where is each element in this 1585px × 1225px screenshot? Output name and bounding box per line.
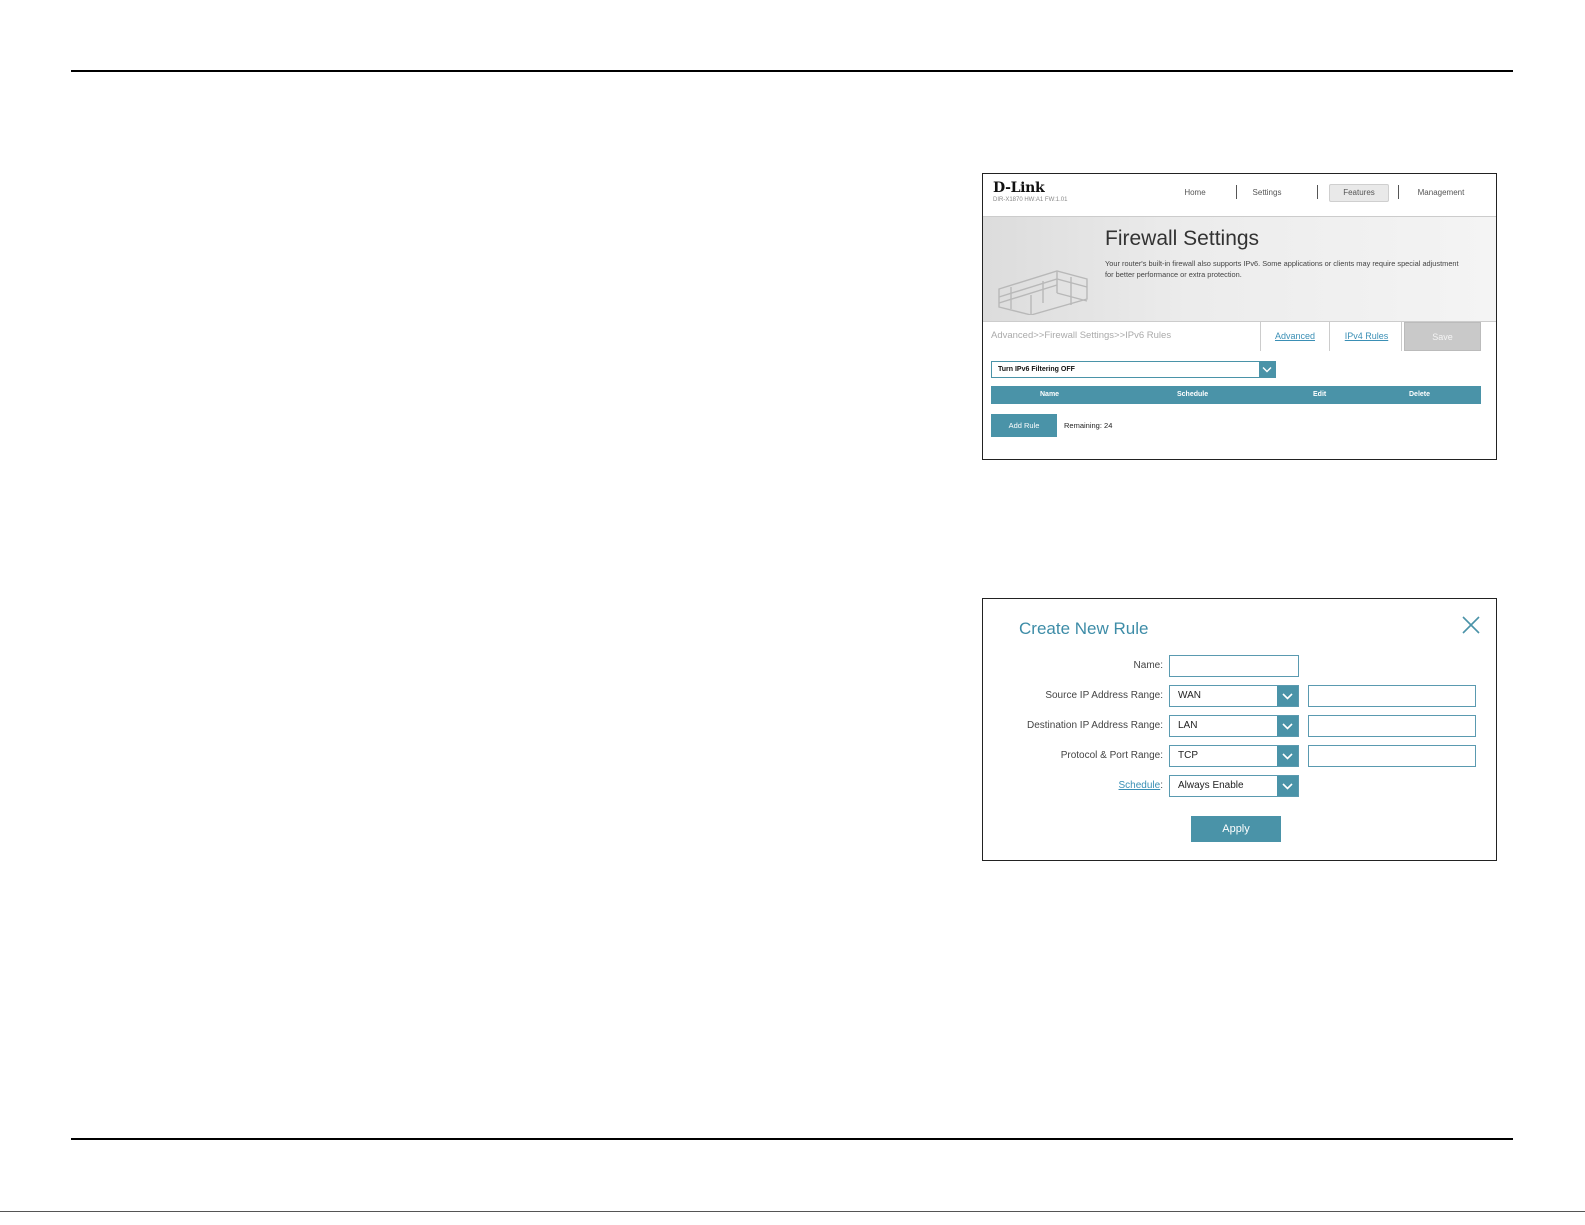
nav-separator [1317,185,1318,199]
nav-home[interactable]: Home [1173,184,1217,202]
chevron-down-icon[interactable] [1277,686,1298,706]
dialog-title: Create New Rule [1019,619,1149,638]
breadcrumb: Advanced>>Firewall Settings>>IPv6 Rules [991,330,1172,341]
schedule-label-wrap: Schedule: [1118,780,1163,791]
source-ip-value: WAN [1178,690,1201,701]
nav-management[interactable]: Management [1403,184,1479,202]
nav-separator [1398,185,1399,199]
bottom-rule [71,1138,1513,1140]
name-label: Name: [1133,660,1163,671]
destination-ip-range-input[interactable] [1308,715,1476,737]
source-ip-label: Source IP Address Range: [1045,690,1163,701]
col-schedule: Schedule [1177,391,1209,398]
remaining-count: Remaining: 24 [1064,421,1113,430]
add-rule-button[interactable]: Add Rule [991,414,1057,437]
nav-settings[interactable]: Settings [1245,184,1289,202]
schedule-select[interactable]: Always Enable [1169,775,1299,797]
rules-table-header: Name Schedule Edit Delete [991,386,1481,404]
source-ip-select[interactable]: WAN [1169,685,1299,707]
name-input[interactable] [1169,655,1299,677]
schedule-value: Always Enable [1178,780,1244,791]
chevron-down-icon[interactable] [1277,776,1298,796]
tab-advanced[interactable]: Advanced [1260,322,1330,351]
destination-ip-value: LAN [1178,720,1198,731]
protocol-label: Protocol & Port Range: [1060,750,1163,761]
page-description: Your router's built-in firewall also sup… [1105,259,1459,279]
col-name: Name [1040,391,1060,398]
model-info: DIR-X1870 HW:A1 FW:1.01 [993,197,1068,203]
brick-wall-icon [998,270,1088,315]
tab-ipv4-label[interactable]: IPv4 Rules [1345,331,1389,341]
router-header: D-Link DIR-X1870 HW:A1 FW:1.01 Home Sett… [983,174,1496,216]
close-icon[interactable] [1461,615,1481,635]
tab-advanced-label[interactable]: Advanced [1275,331,1315,341]
firewall-settings-screenshot: D-Link DIR-X1870 HW:A1 FW:1.01 Home Sett… [982,173,1497,460]
save-button[interactable]: Save [1404,322,1481,351]
port-range-input[interactable] [1308,745,1476,767]
tab-ipv4-rules[interactable]: IPv4 Rules [1332,322,1402,351]
protocol-value: TCP [1178,750,1198,761]
top-rule [71,70,1513,72]
chevron-down-icon[interactable] [1259,362,1275,377]
col-delete: Delete [1409,391,1431,398]
page-title: Firewall Settings [1105,227,1260,250]
ipv6-filter-select[interactable]: Turn IPv6 Filtering OFF [991,361,1276,378]
nav-separator [1236,185,1237,199]
nav-features[interactable]: Features [1329,184,1389,202]
page-edge-line [0,1211,1585,1212]
destination-ip-select[interactable]: LAN [1169,715,1299,737]
filter-select-value: Turn IPv6 Filtering OFF [998,366,1075,373]
source-ip-range-input[interactable] [1308,685,1476,707]
chevron-down-icon[interactable] [1277,716,1298,736]
create-rule-dialog: Create New Rule Name: Source IP Address … [982,598,1497,861]
destination-ip-label: Destination IP Address Range: [1026,720,1163,731]
col-edit: Edit [1313,391,1327,398]
chevron-down-icon[interactable] [1277,746,1298,766]
protocol-select[interactable]: TCP [1169,745,1299,767]
apply-button[interactable]: Apply [1191,816,1281,842]
dlink-logo: D-Link [993,180,1045,196]
page-banner: Firewall Settings Your router's built-in… [983,216,1496,322]
schedule-link[interactable]: Schedule [1119,780,1161,791]
